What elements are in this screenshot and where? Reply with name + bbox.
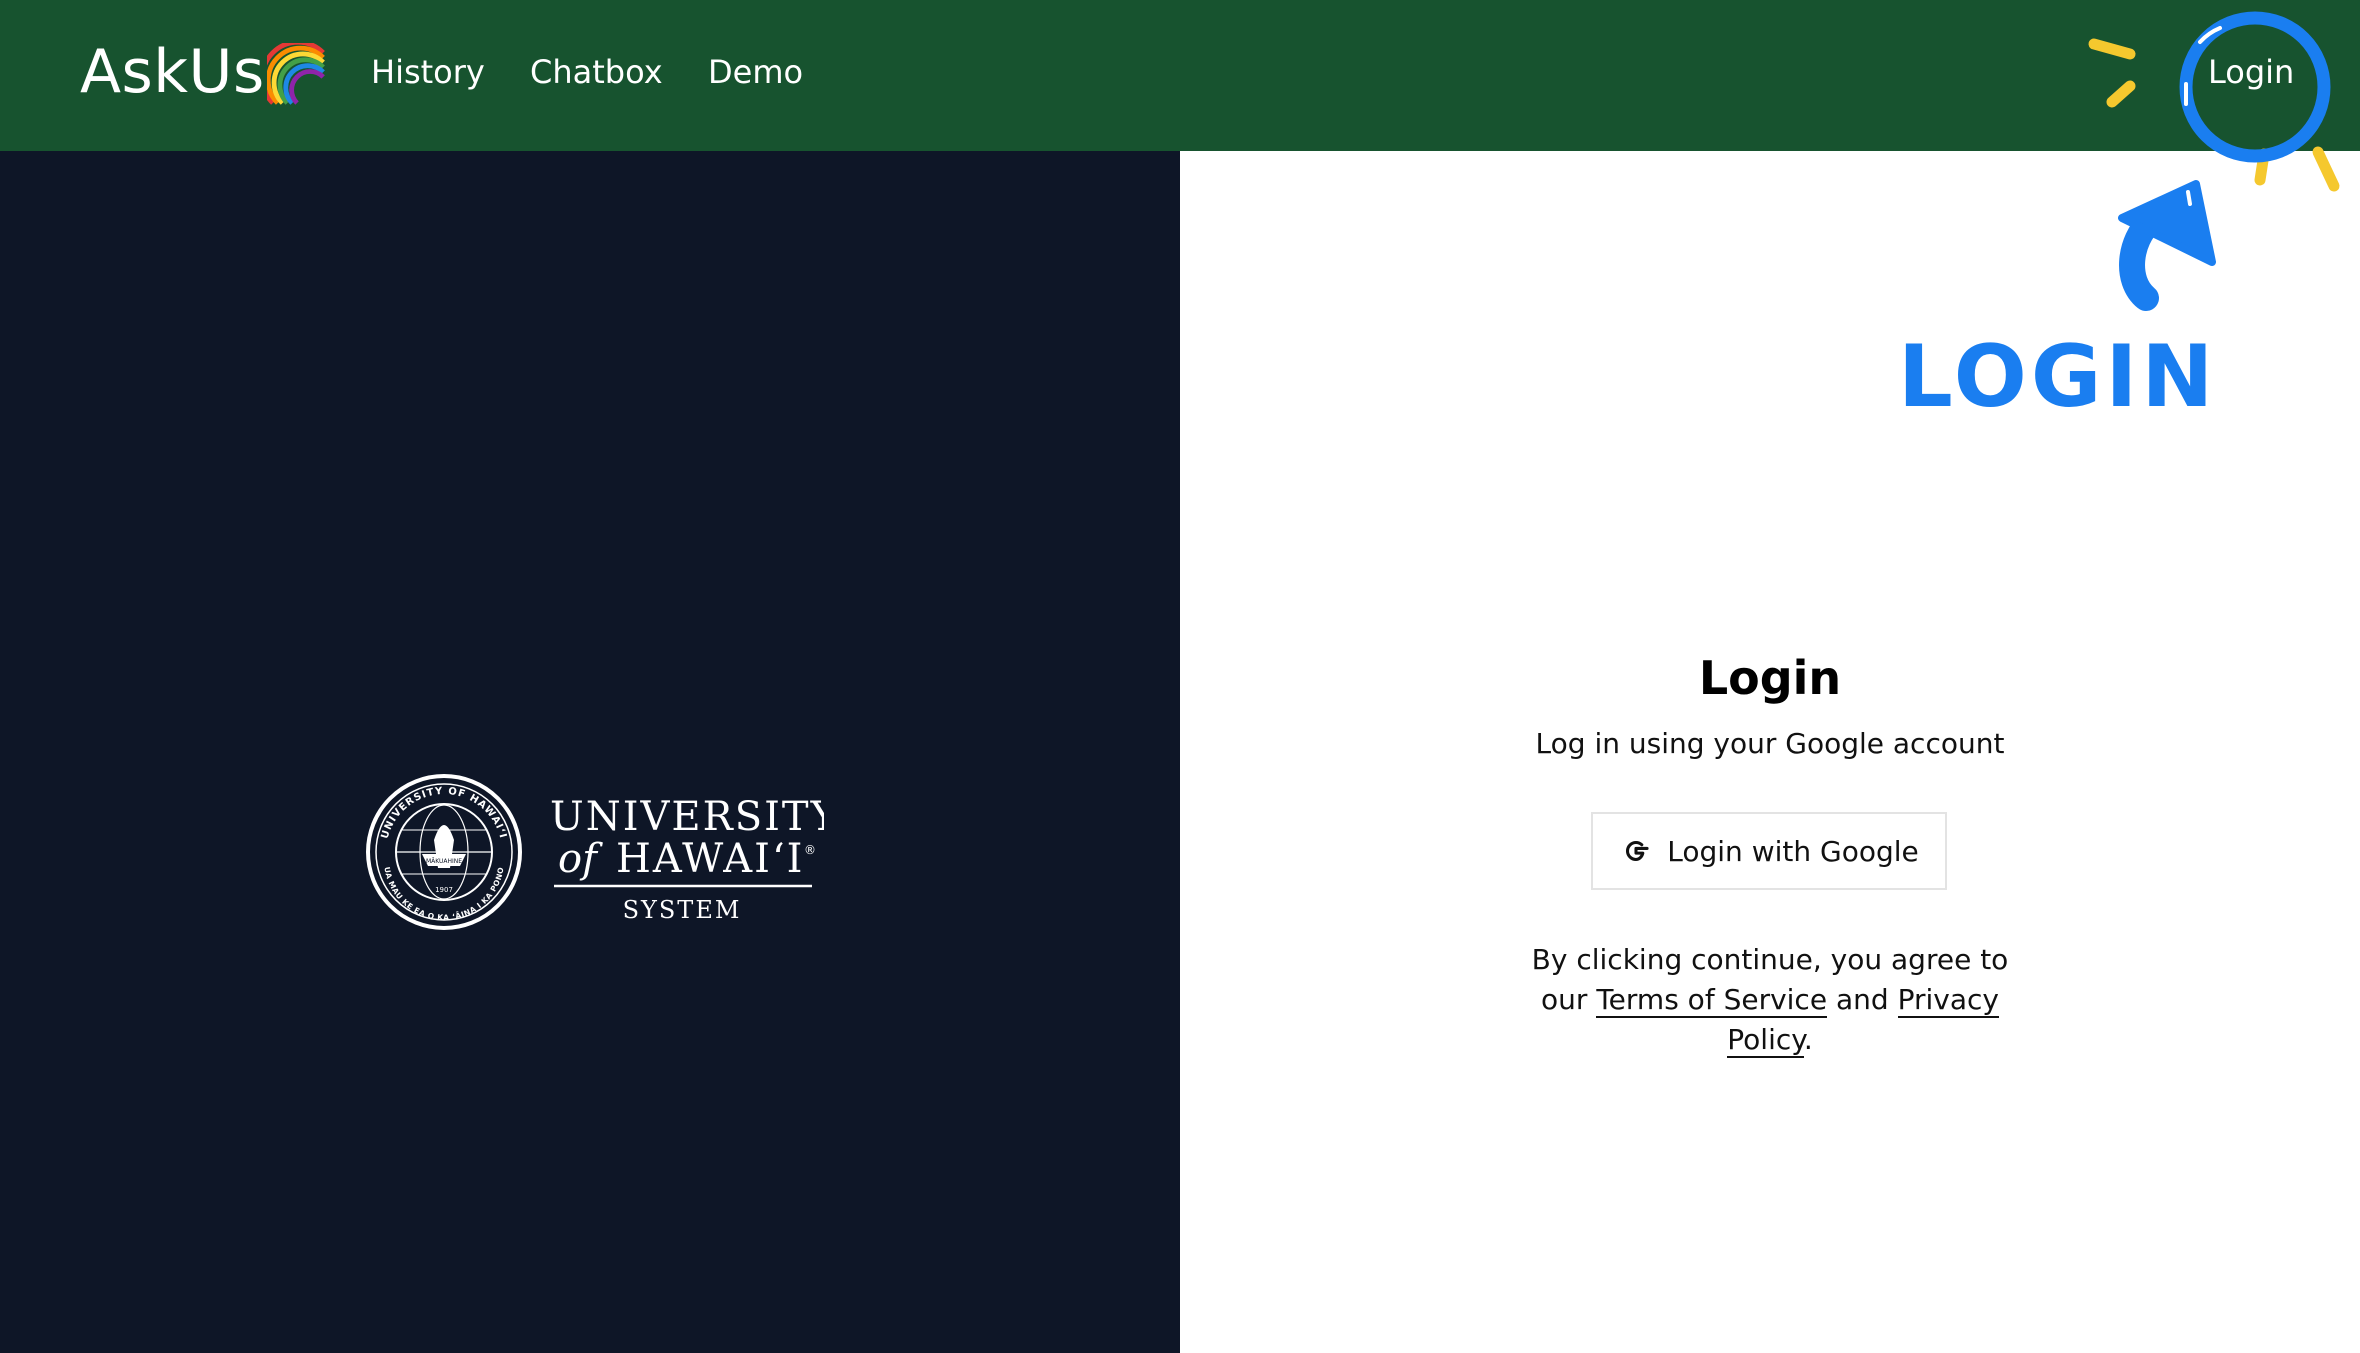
- brand[interactable]: AskUs: [80, 36, 329, 108]
- university-seal-icon: MĀKUAHINE 1907 UNIVERSITY OF HAWAI‘I UA …: [366, 774, 522, 930]
- terms-and: and: [1835, 983, 1889, 1016]
- nav-link-history[interactable]: History: [371, 48, 485, 96]
- seal-banner: MĀKUAHINE: [426, 858, 462, 865]
- terms-suffix: .: [1803, 1023, 1813, 1056]
- arrow-up-right-icon: [2118, 180, 2216, 311]
- google-g-icon: [1626, 840, 1649, 862]
- branding-panel: [0, 151, 1180, 1353]
- logo-line-2-prefix: of: [558, 836, 603, 882]
- rainbow-icon: [266, 43, 325, 105]
- brand-name: AskUs: [80, 37, 265, 107]
- top-navbar: AskUs History Chatbox Demo Login: [0, 0, 2360, 151]
- logo-line-1: UNIVERSITY: [550, 794, 824, 840]
- annotation-label: LOGIN: [1898, 327, 2217, 427]
- nav-login-button[interactable]: Login: [2208, 48, 2294, 96]
- terms-of-service-link[interactable]: Terms of Service: [1596, 983, 1828, 1018]
- nav-link-demo[interactable]: Demo: [708, 48, 803, 96]
- logo-line-2: HAWAI‘I: [616, 836, 804, 882]
- nav-link-chatbox[interactable]: Chatbox: [530, 48, 663, 96]
- logo-registered-mark: ®: [804, 843, 816, 857]
- login-title: Login: [1698, 651, 1842, 705]
- login-subtitle: Log in using your Google account: [1535, 727, 2005, 760]
- logo-line-3: SYSTEM: [623, 896, 742, 924]
- login-with-google-button[interactable]: Login with Google: [1591, 812, 1947, 890]
- university-logo: MĀKUAHINE 1907 UNIVERSITY OF HAWAI‘I UA …: [366, 774, 824, 930]
- google-button-label: Login with Google: [1667, 834, 1919, 868]
- seal-year: 1907: [435, 886, 453, 894]
- terms-notice: By clicking continue, you agree to our T…: [1512, 940, 2028, 1060]
